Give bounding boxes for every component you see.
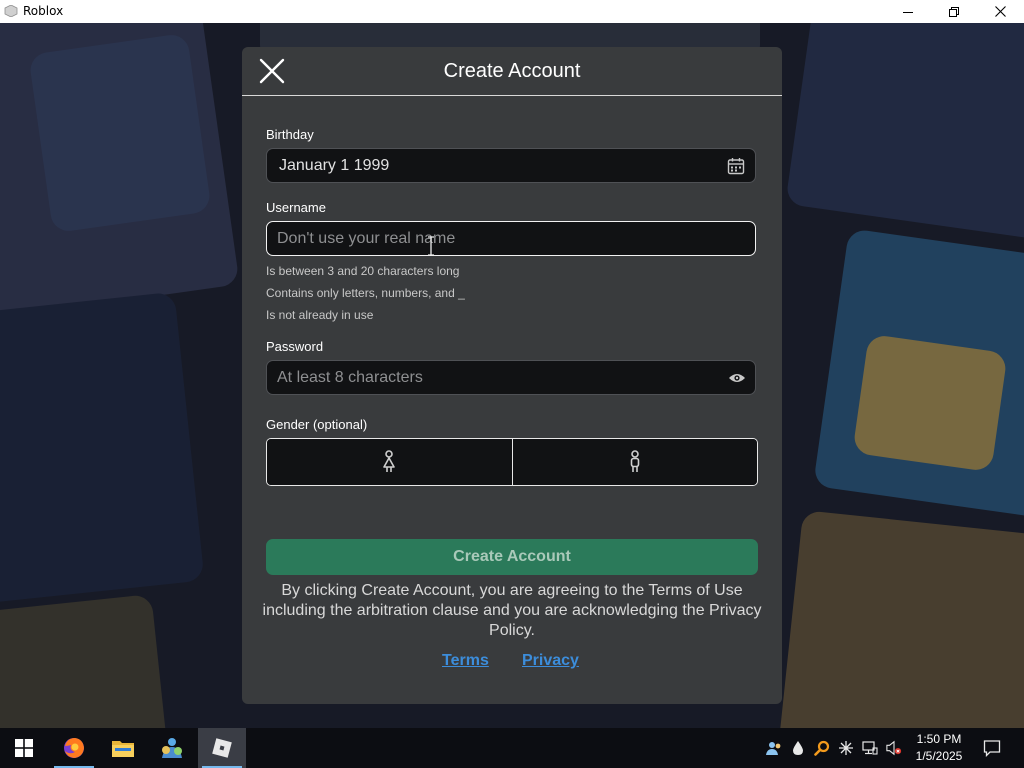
minimize-icon	[903, 11, 913, 13]
username-field[interactable]	[266, 221, 756, 256]
app-icon	[162, 738, 182, 758]
create-account-modal: Create Account Birthday January 1 1999 U…	[242, 47, 782, 704]
birthday-field[interactable]: January 1 1999	[266, 148, 756, 183]
roblox-icon	[212, 738, 232, 758]
taskbar-app[interactable]	[148, 728, 196, 768]
tray-people[interactable]	[766, 740, 782, 756]
create-account-button[interactable]: Create Account	[266, 539, 758, 575]
taskbar-roblox[interactable]	[198, 728, 246, 768]
window-close-button[interactable]	[977, 0, 1023, 23]
legal-text: By clicking Create Account, you are agre…	[262, 582, 762, 639]
male-icon	[630, 450, 640, 472]
magnifier-icon	[814, 740, 830, 756]
female-icon	[383, 450, 396, 472]
calendar-icon[interactable]	[727, 157, 745, 175]
close-icon	[994, 6, 1006, 17]
network-status-icon	[839, 741, 853, 755]
window-title: Roblox	[23, 4, 64, 18]
privacy-link[interactable]: Privacy	[522, 652, 579, 670]
minimize-button[interactable]	[885, 0, 931, 23]
username-input[interactable]	[267, 222, 755, 255]
restore-icon	[949, 6, 959, 17]
username-hint: Is not already in use	[266, 308, 374, 322]
restore-button[interactable]	[931, 0, 977, 23]
taskbar-clock[interactable]: 1:50 PM 1/5/2025	[910, 731, 968, 765]
gender-selector	[266, 438, 758, 486]
username-hint: Contains only letters, numbers, and _	[266, 286, 465, 300]
volume-muted-icon	[886, 740, 902, 756]
username-hint: Is between 3 and 20 characters long	[266, 264, 460, 278]
tray-volume[interactable]	[886, 740, 902, 756]
username-label: Username	[266, 200, 326, 215]
clock-time: 1:50 PM	[916, 732, 962, 746]
taskbar: 1:50 PM 1/5/2025	[0, 728, 1024, 768]
action-center-icon	[983, 740, 1001, 757]
gender-male-button[interactable]	[511, 439, 757, 485]
password-field[interactable]	[266, 360, 756, 395]
file-explorer-icon	[112, 741, 134, 757]
birthday-label: Birthday	[266, 127, 314, 142]
window-title-bar: Roblox	[0, 0, 1024, 23]
gender-label: Gender (optional)	[266, 417, 368, 432]
eye-icon[interactable]	[728, 371, 746, 385]
password-input[interactable]	[267, 361, 755, 394]
tray-network-status[interactable]	[838, 740, 854, 756]
network-icon	[862, 741, 878, 755]
terms-link[interactable]: Terms	[442, 652, 489, 670]
gender-female-button[interactable]	[267, 439, 512, 485]
people-icon	[766, 742, 781, 755]
tray-magnifier[interactable]	[814, 740, 830, 756]
birthday-value: January 1 1999	[279, 157, 390, 174]
tray-dropbox[interactable]	[790, 740, 806, 756]
clock-date: 1/5/2025	[915, 749, 963, 763]
start-button[interactable]	[0, 728, 48, 768]
windows-start-icon	[15, 739, 33, 757]
taskbar-firefox[interactable]	[50, 728, 98, 768]
taskbar-file-explorer[interactable]	[99, 728, 147, 768]
tray-network[interactable]	[862, 740, 878, 756]
password-label: Password	[266, 339, 324, 354]
dropbox-icon	[793, 741, 803, 755]
action-center-button[interactable]	[983, 739, 1001, 757]
roblox-app-icon	[4, 5, 18, 17]
firefox-icon	[64, 738, 84, 758]
modal-header: Create Account	[242, 47, 782, 96]
modal-title: Create Account	[443, 60, 581, 82]
text-cursor-icon	[428, 236, 434, 256]
